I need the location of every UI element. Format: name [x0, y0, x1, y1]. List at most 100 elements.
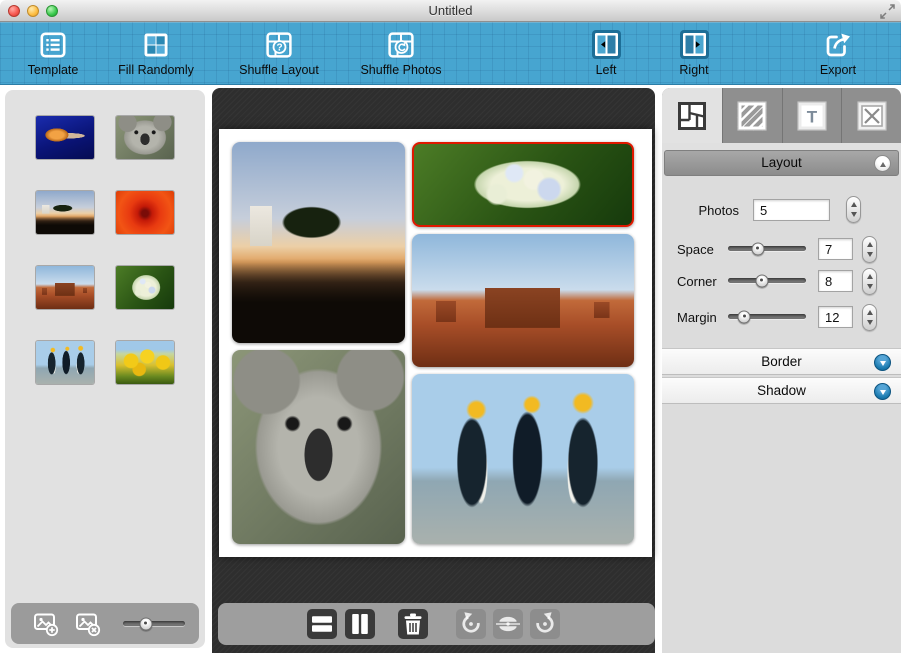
template-label: Template	[18, 63, 88, 77]
toggle-left-panel-label: Left	[578, 63, 634, 77]
collage-canvas	[212, 88, 655, 653]
export-button[interactable]: Export	[806, 27, 870, 77]
tab-clear[interactable]	[841, 88, 901, 143]
inspector-panel: T Layout Photos Space	[662, 88, 901, 653]
space-label: Space	[677, 242, 714, 257]
text-tab-icon: T	[796, 100, 828, 132]
collage-cell-hydrangea-selected[interactable]	[412, 142, 634, 227]
tab-text[interactable]: T	[782, 88, 842, 143]
space-slider-knob[interactable]	[751, 242, 764, 255]
thumbnail-koala[interactable]	[116, 116, 174, 159]
space-stepper[interactable]	[862, 236, 877, 263]
corner-field[interactable]	[818, 270, 853, 292]
template-icon	[18, 27, 88, 62]
template-button[interactable]: Template	[18, 27, 88, 77]
corner-label: Corner	[677, 274, 717, 289]
canvas-toolbar	[218, 603, 655, 645]
resize-arrows-icon[interactable]	[879, 3, 896, 20]
thumbnail-monument-valley[interactable]	[36, 266, 94, 309]
window-title: Untitled	[0, 3, 901, 18]
shadow-section-title: Shadow	[662, 383, 901, 398]
export-label: Export	[806, 63, 870, 77]
rotate-left-button[interactable]	[456, 609, 486, 639]
shuffle-photos-icon	[352, 27, 450, 62]
margin-slider[interactable]	[728, 314, 806, 319]
photo-library-list	[5, 90, 205, 648]
library-toolbar	[11, 603, 199, 644]
flip-vertical-icon	[493, 609, 523, 639]
svg-text:?: ?	[276, 42, 282, 53]
layout-tab-icon	[676, 100, 708, 132]
split-horizontal-button[interactable]	[307, 609, 337, 639]
rotate-right-icon	[530, 609, 560, 639]
border-section-title: Border	[662, 354, 901, 369]
shadow-section-header[interactable]: Shadow	[662, 377, 901, 404]
thumbnail-yellow-tulips[interactable]	[116, 341, 174, 384]
margin-label: Margin	[677, 310, 717, 325]
tab-background[interactable]	[722, 88, 782, 143]
photos-count-field[interactable]	[753, 199, 830, 221]
collage-cell-penguins[interactable]	[412, 374, 634, 544]
rotate-left-icon	[456, 609, 486, 639]
split-vertical-icon	[345, 609, 375, 639]
photo-library-panel	[5, 90, 205, 648]
split-vertical-button[interactable]	[345, 609, 375, 639]
shuffle-layout-label: Shuffle Layout	[230, 63, 328, 77]
inspector-tabs: T	[662, 88, 901, 143]
layout-section-title: Layout	[665, 155, 898, 170]
app-window: Untitled Template	[0, 0, 901, 653]
photos-count-stepper[interactable]	[846, 196, 861, 223]
expand-shadow-icon[interactable]	[874, 383, 891, 400]
toggle-right-panel-icon	[666, 27, 722, 62]
border-section-header[interactable]: Border	[662, 348, 901, 375]
main-toolbar: Template Fill Randomly ?	[0, 22, 901, 85]
trash-icon	[398, 609, 428, 639]
clear-tab-icon	[856, 100, 888, 132]
flip-vertical-button[interactable]	[493, 609, 523, 639]
thumbnail-lighthouse-sunset[interactable]	[36, 191, 94, 234]
space-slider[interactable]	[728, 246, 806, 251]
thumbnail-jellyfish[interactable]	[36, 116, 94, 159]
thumbnail-red-flower[interactable]	[116, 191, 174, 234]
collage-page	[219, 129, 652, 557]
titlebar: Untitled	[0, 0, 901, 22]
margin-slider-knob[interactable]	[738, 310, 751, 323]
tabs-bottom-strip	[662, 143, 901, 150]
remove-photo-icon	[75, 611, 101, 637]
shuffle-photos-label: Shuffle Photos	[352, 63, 450, 77]
expand-border-icon[interactable]	[874, 354, 891, 371]
photos-label: Photos	[682, 203, 739, 218]
space-field[interactable]	[818, 238, 853, 260]
collage-cell-lighthouse-sunset[interactable]	[232, 142, 405, 343]
thumbnail-size-slider[interactable]	[123, 621, 185, 626]
thumbnail-size-slider-knob[interactable]	[139, 617, 152, 630]
corner-stepper[interactable]	[862, 268, 877, 295]
fill-randomly-label: Fill Randomly	[108, 63, 204, 77]
collapse-layout-icon[interactable]	[874, 155, 891, 172]
fill-randomly-icon	[108, 27, 204, 62]
toggle-left-panel-button[interactable]: Left	[578, 27, 634, 77]
corner-slider-knob[interactable]	[755, 274, 768, 287]
thumbnail-penguins[interactable]	[36, 341, 94, 384]
thumbnail-hydrangea[interactable]	[116, 266, 174, 309]
svg-text:T: T	[807, 107, 818, 126]
tab-layout[interactable]	[662, 88, 722, 143]
toggle-right-panel-label: Right	[666, 63, 722, 77]
remove-photo-button[interactable]	[75, 611, 101, 637]
export-icon	[806, 27, 870, 62]
add-photo-button[interactable]	[33, 611, 59, 637]
shuffle-photos-button[interactable]: Shuffle Photos	[352, 27, 450, 77]
fill-randomly-button[interactable]: Fill Randomly	[108, 27, 204, 77]
collage-cell-koala[interactable]	[232, 350, 405, 544]
rotate-right-button[interactable]	[530, 609, 560, 639]
toggle-left-panel-icon	[578, 27, 634, 62]
margin-field[interactable]	[818, 306, 853, 328]
corner-slider[interactable]	[728, 278, 806, 283]
collage-cell-monument-valley[interactable]	[412, 234, 634, 367]
layout-section-header[interactable]: Layout	[664, 150, 899, 176]
shuffle-layout-icon: ?	[230, 27, 328, 62]
delete-photo-button[interactable]	[398, 609, 428, 639]
shuffle-layout-button[interactable]: ? Shuffle Layout	[230, 27, 328, 77]
toggle-right-panel-button[interactable]: Right	[666, 27, 722, 77]
margin-stepper[interactable]	[862, 304, 877, 331]
